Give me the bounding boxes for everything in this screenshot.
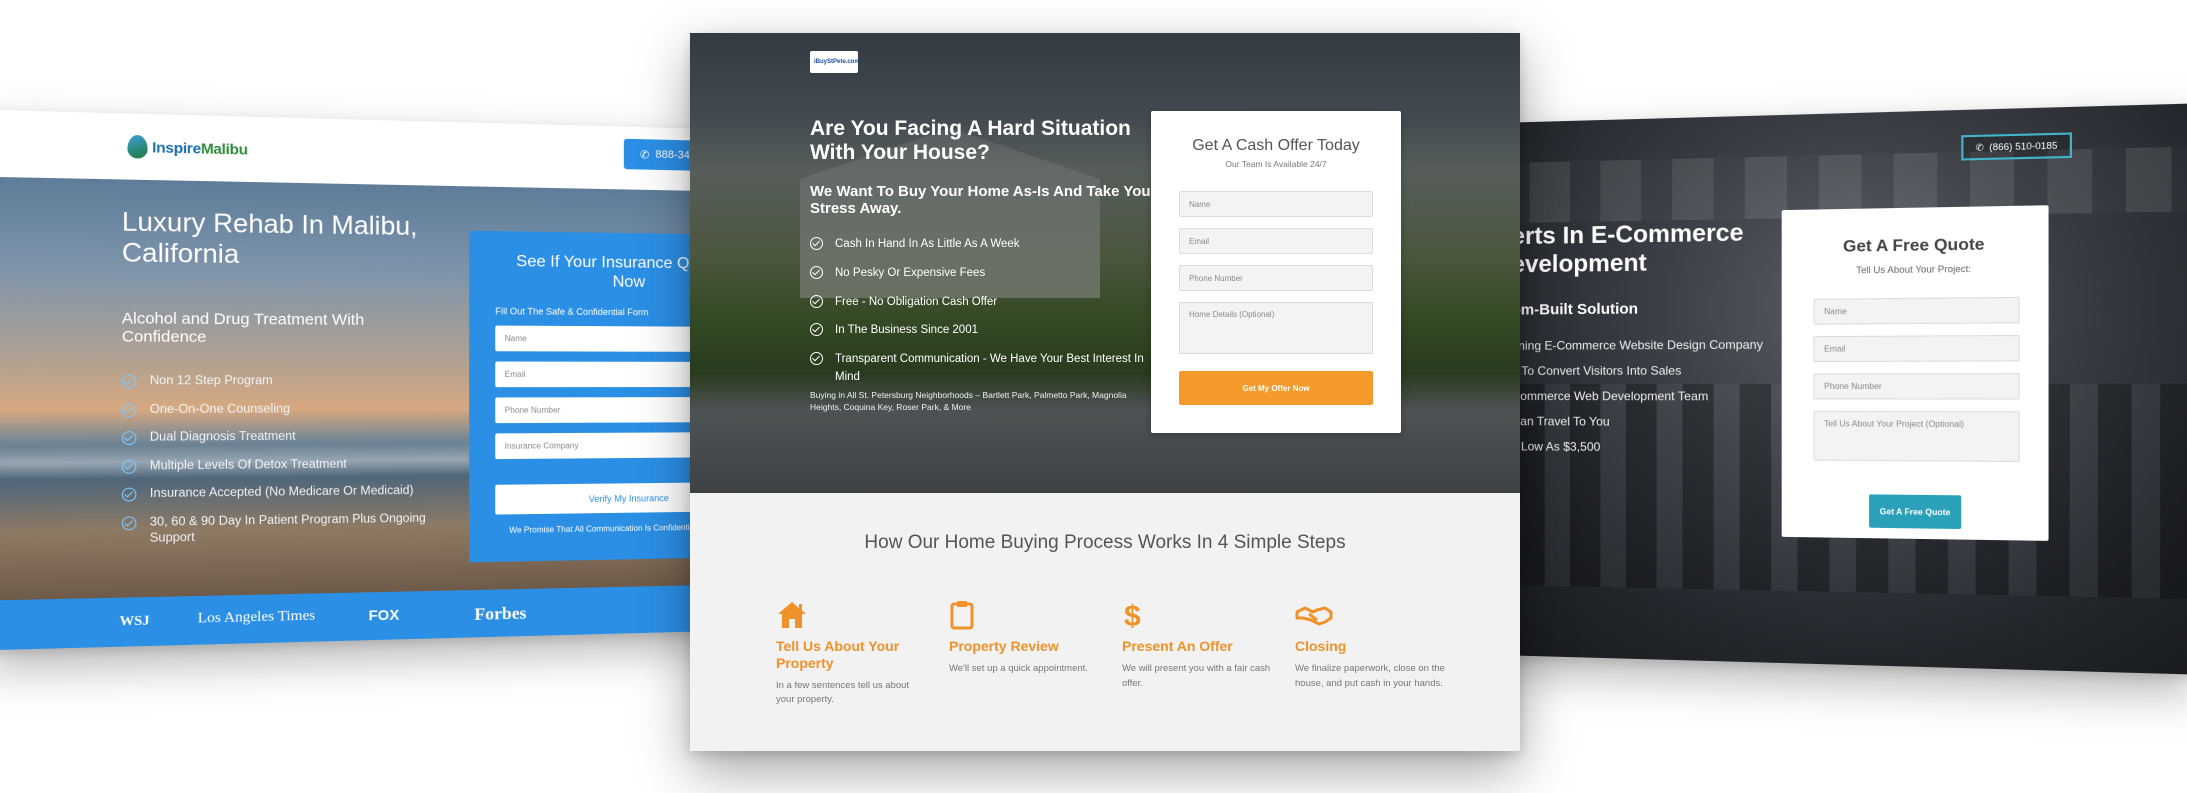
press-logo-la-times: Los Angeles Times [197,608,316,627]
steps-title: How Our Home Buying Process Works In 4 S… [864,532,1346,553]
dollar-icon: $ [1122,600,1272,633]
step-2: Property Review We'll set up a quick app… [949,600,1099,677]
logo-text: iBuyStPete.com [814,59,860,65]
home-details-field[interactable]: Home Details (Optional) [1179,302,1373,354]
list-item: d To Convert Visitors Into Sales [1511,363,1682,378]
list-item: Commerce Web Development Team [1511,389,1709,404]
list-item: Can Travel To You [1511,414,1610,429]
form-subtitle: Tell Us About Your Project: [1856,263,1972,276]
project-details-field[interactable]: Tell Us About Your Project (Optional) [1813,410,2020,463]
step-title: Closing [1295,638,1347,654]
list-item: Free - No Obligation Cash Offer [810,294,1150,312]
list-item: In The Business Since 2001 [810,322,1150,340]
step-description: We'll set up a quick appointment. [949,662,1088,674]
press-logo-wsj: WSJ [119,611,150,629]
phone-icon: ✆ [1975,141,1984,153]
get-my-offer-button[interactable]: Get My Offer Now [1179,371,1373,405]
phone-number: (866) 510-0185 [1989,140,2058,153]
check-icon [121,431,137,446]
svg-text:$: $ [1124,600,1141,630]
step-description: In a few sentences tell us about your pr… [776,679,910,706]
list-item: Multiple Levels Of Detox Treatment [121,456,469,475]
check-icon [121,459,137,474]
list-item: Cash In Hand In As Little As A Week [810,236,1150,254]
phone-field[interactable]: Phone Number [1179,265,1373,291]
name-field[interactable]: Name [1179,191,1373,217]
check-icon [121,402,137,417]
form-subtitle: Fill Out The Safe & Confidential Form [495,306,649,318]
benefits-list: Non 12 Step Program One-On-One Counselin… [121,374,469,560]
check-icon [810,265,823,279]
quote-form: Get A Free Quote Tell Us About Your Proj… [1781,205,2049,541]
list-item: Transparent Communication - We Have Your… [810,351,1150,387]
phone-number: 888-34 [655,148,690,162]
hero-headline: Are You Facing A Hard Situation With You… [810,117,1131,164]
check-icon [121,515,137,530]
list-item: No Pesky Or Expensive Fees [810,265,1150,283]
clipboard-icon [949,600,1099,630]
phone-icon: ✆ [640,148,650,162]
hero-headline: erts In E-Commerce evelopment [1511,219,1744,278]
list-item: Insurance Accepted (No Medicare Or Medic… [121,483,469,503]
step-1: Tell Us About Your Property In a few sen… [776,600,926,708]
step-3: $ Present An Offer We will present you w… [1122,600,1272,691]
check-icon [810,352,823,366]
neighborhoods-text: Buying in All St. Petersburg Neighborhoo… [810,390,1127,413]
logo-text-secondary: Malibu [200,139,248,158]
benefits-list: Cash In Hand In As Little As A Week No P… [810,236,1150,398]
hero-subheadline: om-Built Solution [1511,300,1639,319]
name-field[interactable]: Name [1813,296,2020,325]
showcase-stage: InspireMalibu ✆ 888-34 Luxury Rehab In M… [0,0,2187,793]
check-icon [810,237,823,250]
step-description: We will present you with a fair cash off… [1122,662,1271,689]
press-logo-fox: FOX [368,606,400,624]
step-description: We finalize paperwork, close on the hous… [1295,662,1445,689]
step-title: Property Review [949,638,1059,654]
form-title: Get A Cash Offer Today [1192,137,1360,154]
hero-subheadline: Alcohol and Drug Treatment With Confiden… [121,309,365,347]
press-logo-forbes: Forbes [474,603,527,624]
check-icon [810,323,823,337]
cash-offer-form: Get A Cash Offer Today Our Team Is Avail… [1151,111,1401,433]
list-item: Non 12 Step Program [121,374,469,391]
email-field[interactable]: Email [1179,228,1373,254]
check-icon [121,487,137,502]
email-field[interactable]: Email [1813,334,2020,363]
benefits-list: nning E-Commerce Website Design Company … [1512,337,1763,466]
list-item: 30, 60 & 90 Day In Patient Program Plus … [121,510,469,548]
hero: iBuyStPete.com Are You Facing A Hard Sit… [690,33,1520,493]
phone-field[interactable]: Phone Number [1813,373,2020,400]
check-icon [121,374,137,389]
hero: Luxury Rehab In Malibu, California Alcoh… [0,176,754,601]
hero-headline: Luxury Rehab In Malibu, California [121,207,418,270]
handshake-icon [1295,600,1445,630]
get-free-quote-button[interactable]: Get A Free Quote [1869,494,1962,530]
ibuystpete-page: iBuyStPete.com Are You Facing A Hard Sit… [690,33,1520,751]
check-icon [810,294,823,308]
form-subtitle: Our Team Is Available 24/7 [1225,159,1327,169]
logo-text-primary: Inspire [152,138,201,157]
home-icon [776,600,926,630]
logo-drop-icon [127,134,148,159]
ecommerce-page: ✆ (866) 510-0185 erts In E-Commerce evelo… [1460,103,2187,675]
step-title: Tell Us About Your Property [776,638,900,671]
list-item: nning E-Commerce Website Design Company [1511,337,1763,353]
phone-button[interactable]: ✆ (866) 510-0185 [1961,132,2072,161]
logo[interactable]: iBuyStPete.com [810,51,860,73]
hero-subheadline: We Want To Buy Your Home As-Is And Take … [810,183,1157,217]
form-title: Get A Free Quote [1843,235,1985,256]
inspire-malibu-page: InspireMalibu ✆ 888-34 Luxury Rehab In M… [0,109,754,651]
list-item: s Low As $3,500 [1511,439,1601,454]
step-title: Present An Offer [1122,638,1233,654]
step-4: Closing We finalize paperwork, close on … [1295,600,1445,691]
list-item: Dual Diagnosis Treatment [121,428,469,446]
logo[interactable]: InspireMalibu [127,134,248,161]
list-item: One-On-One Counseling [121,401,469,418]
